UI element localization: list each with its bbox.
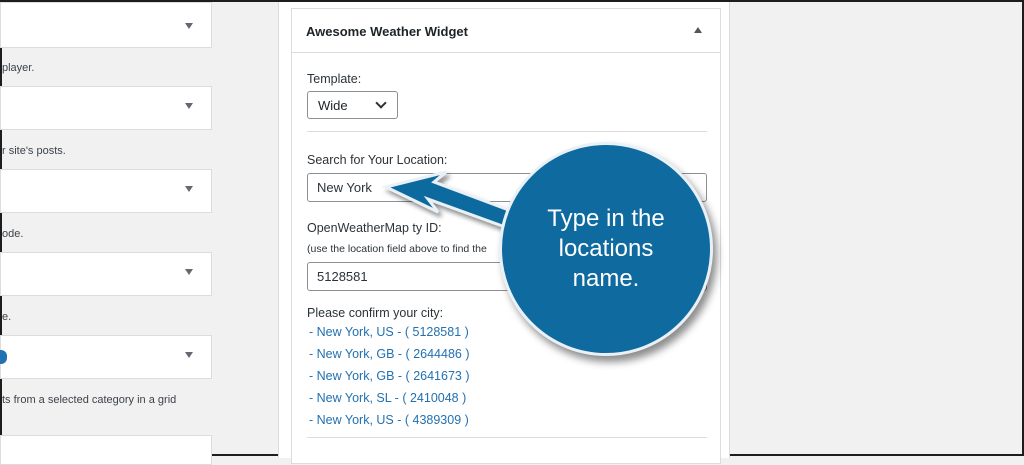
callout-text: Type in the locations name. [547,205,665,292]
callout-bubble: Type in the locations name. [499,142,713,356]
